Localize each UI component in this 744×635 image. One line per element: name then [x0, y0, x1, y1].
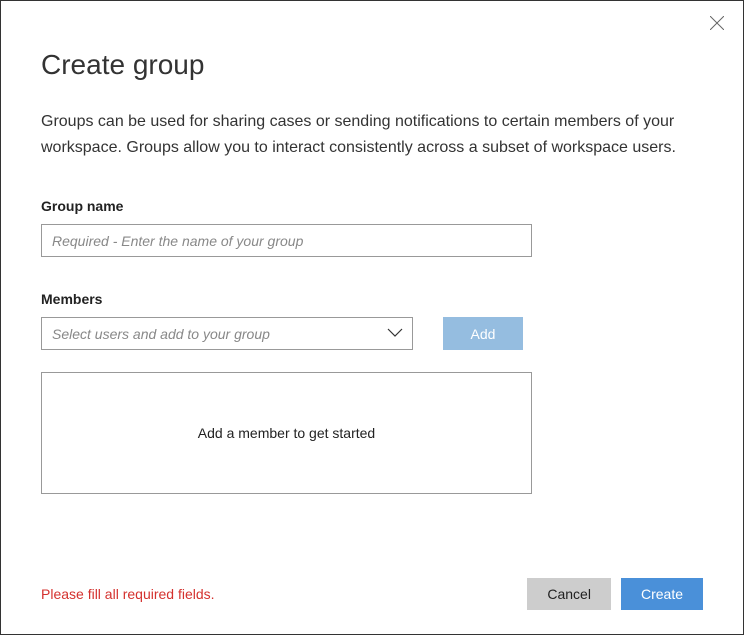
create-group-dialog: Create group Groups can be used for shar… — [1, 1, 743, 634]
group-name-section: Group name — [41, 198, 703, 257]
members-row: Select users and add to your group Add — [41, 317, 703, 350]
cancel-button[interactable]: Cancel — [527, 578, 611, 610]
dialog-title: Create group — [41, 49, 703, 81]
dialog-footer: Please fill all required fields. Cancel … — [41, 578, 703, 610]
group-name-label: Group name — [41, 198, 703, 214]
error-message: Please fill all required fields. — [41, 586, 215, 602]
members-label: Members — [41, 291, 703, 307]
add-member-button[interactable]: Add — [443, 317, 523, 350]
members-select-placeholder: Select users and add to your group — [52, 326, 270, 342]
members-list-empty: Add a member to get started — [41, 372, 532, 494]
create-button[interactable]: Create — [621, 578, 703, 610]
members-select[interactable]: Select users and add to your group — [41, 317, 413, 350]
footer-buttons: Cancel Create — [527, 578, 703, 610]
group-name-input[interactable] — [41, 224, 532, 257]
dialog-description: Groups can be used for sharing cases or … — [41, 109, 703, 160]
members-empty-text: Add a member to get started — [198, 425, 375, 441]
close-icon — [710, 16, 724, 35]
members-section: Members Select users and add to your gro… — [41, 291, 703, 494]
members-select-wrapper: Select users and add to your group — [41, 317, 413, 350]
close-button[interactable] — [705, 13, 729, 37]
